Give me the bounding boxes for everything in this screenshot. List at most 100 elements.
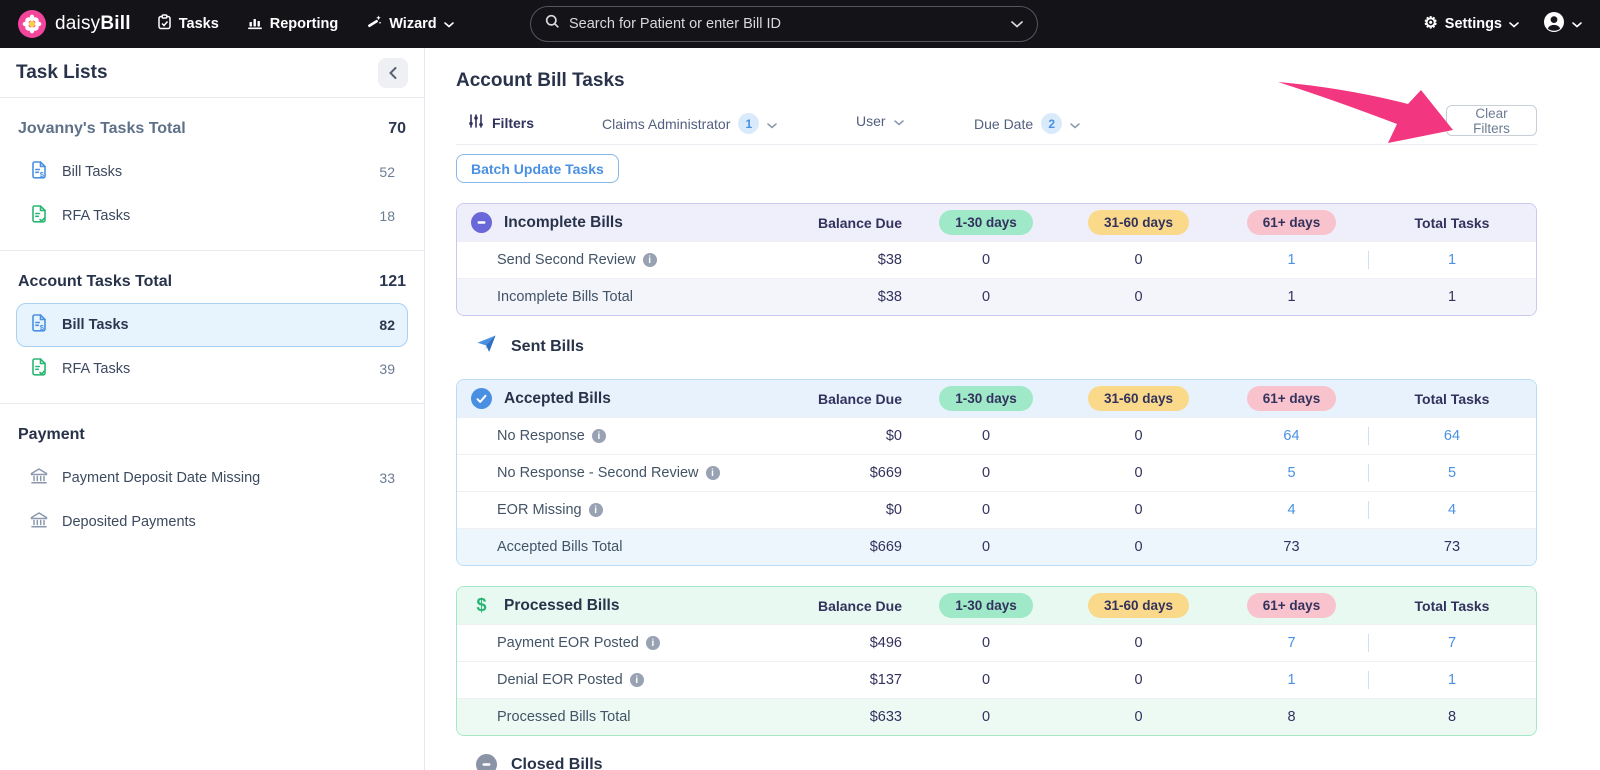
count-31-60: 0 <box>1134 252 1143 268</box>
column-1-30-days: 1-30 days <box>939 593 1033 618</box>
table-row: No Response - Second Review i $669 0 0 5 … <box>457 454 1536 491</box>
item-count: 82 <box>379 317 395 333</box>
balance-value: $137 <box>869 672 902 688</box>
item-label: RFA Tasks <box>62 208 131 224</box>
brand[interactable]: daisyBill <box>18 10 131 38</box>
count-31-60: 0 <box>1134 539 1143 555</box>
info-icon[interactable]: i <box>705 466 720 480</box>
sidebar-item-payment-deposit-date-missing[interactable]: Payment Deposit Date Missing 33 <box>16 456 408 500</box>
column-balance-due: Balance Due <box>817 390 902 407</box>
count-61-plus-link[interactable]: 1 <box>1215 672 1368 688</box>
nav-wizard[interactable]: Wizard <box>366 14 454 34</box>
rfa-document-icon <box>29 357 49 382</box>
clipboard-icon <box>157 14 172 34</box>
total-row-name: Processed Bills Total <box>497 709 631 725</box>
card-title: Incomplete Bills <box>504 213 623 231</box>
info-icon[interactable]: i <box>645 636 660 650</box>
search-input[interactable] <box>569 16 1011 32</box>
filters-label: Filters <box>492 114 535 131</box>
settings-menu[interactable]: ⚙ Settings <box>1423 16 1519 32</box>
filter-due-date[interactable]: Due Date 2 <box>974 113 1080 134</box>
item-label: Bill Tasks <box>62 164 123 180</box>
sidebar-collapse-button[interactable] <box>378 57 408 88</box>
total-tasks-link[interactable]: 5 <box>1368 465 1536 481</box>
clear-filters-button[interactable]: Clear Filters <box>1446 105 1537 136</box>
column-total-tasks: Total Tasks <box>1414 597 1490 614</box>
filter-user[interactable]: User <box>856 113 904 129</box>
sidebar-item-my-rfa-tasks[interactable]: RFA Tasks 18 <box>16 194 408 238</box>
filters-bar: Filters Claims Administrator 1 User Due … <box>456 105 1537 145</box>
column-31-60-days: 31-60 days <box>1087 593 1190 618</box>
card-header: Accepted Bills Balance Due 1-30 days 31-… <box>457 380 1536 417</box>
count-61-plus-link[interactable]: 4 <box>1215 502 1368 518</box>
sidebar-item-account-rfa-tasks[interactable]: RFA Tasks 39 <box>16 347 408 391</box>
balance-value: $496 <box>869 635 902 651</box>
column-1-30-days: 1-30 days <box>939 386 1033 411</box>
count-31-60: 0 <box>1134 672 1143 688</box>
total-tasks-link[interactable]: 64 <box>1368 428 1536 444</box>
balance-value: $669 <box>869 539 902 555</box>
task-name: No Response - Second Review <box>497 465 699 481</box>
count-1-30: 0 <box>981 502 991 518</box>
user-menu[interactable] <box>1543 11 1582 37</box>
item-count: 33 <box>379 470 395 486</box>
filter-claims-administrator[interactable]: Claims Administrator 1 <box>602 113 778 134</box>
item-count: 52 <box>379 164 395 180</box>
task-name: No Response <box>497 428 585 444</box>
total-tasks: 73 <box>1443 539 1461 555</box>
item-label: Bill Tasks <box>62 317 129 333</box>
my-tasks-section: Jovanny's Tasks Total 70 $ Bill Tasks 52 <box>0 98 424 251</box>
total-tasks-link[interactable]: 1 <box>1368 672 1536 688</box>
info-icon[interactable]: i <box>591 429 606 443</box>
nav-reporting-label: Reporting <box>269 16 339 32</box>
total-tasks-link[interactable]: 1 <box>1368 252 1536 268</box>
count-61-plus-link[interactable]: 7 <box>1215 635 1368 651</box>
sidebar-item-my-bill-tasks[interactable]: $ Bill Tasks 52 <box>16 150 408 194</box>
nav-tasks[interactable]: Tasks <box>157 14 219 34</box>
top-nav: daisyBill Tasks Reporting Wizard Search … <box>0 0 1600 48</box>
filter-label: Due Date <box>974 115 1034 132</box>
count-31-60: 0 <box>1134 635 1143 651</box>
task-lists-sidebar: Task Lists Jovanny's Tasks Total 70 $ Bi… <box>0 48 425 770</box>
filter-count-badge: 2 <box>1041 113 1063 134</box>
nav-reporting[interactable]: Reporting <box>247 15 338 34</box>
count-61-plus-link[interactable]: 1 <box>1215 252 1368 268</box>
info-icon[interactable]: i <box>588 503 603 517</box>
filter-count-badge: 1 <box>738 113 760 134</box>
card-title: Processed Bills <box>504 596 620 614</box>
settings-label: Settings <box>1444 16 1502 32</box>
info-icon[interactable]: i <box>642 253 657 267</box>
sidebar-item-account-bill-tasks[interactable]: $ Bill Tasks 82 <box>16 303 408 347</box>
column-total-tasks: Total Tasks <box>1414 214 1490 231</box>
incomplete-bills-card: Incomplete Bills Balance Due 1-30 days 3… <box>456 203 1537 316</box>
table-total-row: Processed Bills Total $633 0 0 8 8 <box>457 698 1536 735</box>
rfa-document-icon <box>29 204 49 229</box>
daisy-logo-icon <box>18 10 46 38</box>
minus-circle-icon <box>471 212 492 233</box>
payment-section: Payment Payment Deposit Date Missing 33 <box>0 404 424 556</box>
nav-tasks-label: Tasks <box>178 16 219 32</box>
bank-icon <box>29 510 49 535</box>
closed-bills-section-header: Closed Bills <box>456 754 1600 770</box>
card-header: $ Processed Bills Balance Due 1-30 days … <box>457 587 1536 624</box>
count-31-60: 0 <box>1134 289 1143 305</box>
sidebar-title: Task Lists <box>16 61 108 83</box>
count-61-plus: 73 <box>1283 539 1300 555</box>
my-tasks-header: Jovanny's Tasks Total 70 <box>16 108 408 150</box>
count-1-30: 0 <box>981 252 991 268</box>
count-61-plus-link[interactable]: 64 <box>1215 428 1368 444</box>
batch-update-tasks-button[interactable]: Batch Update Tasks <box>456 154 619 183</box>
total-tasks-link[interactable]: 4 <box>1368 502 1536 518</box>
task-name: Denial EOR Posted <box>497 672 623 688</box>
count-61-plus-link[interactable]: 5 <box>1215 465 1368 481</box>
page: daisyBill Tasks Reporting Wizard Search … <box>0 0 1600 770</box>
column-total-tasks: Total Tasks <box>1414 390 1490 407</box>
info-icon[interactable]: i <box>629 673 644 687</box>
chevron-down-icon[interactable] <box>1011 15 1023 33</box>
global-search[interactable] <box>530 6 1038 42</box>
total-tasks-link[interactable]: 7 <box>1368 635 1536 651</box>
table-row: No Response i $0 0 0 64 64 <box>457 417 1536 454</box>
sidebar-item-deposited-payments[interactable]: Deposited Payments <box>16 500 408 544</box>
column-31-60-days: 31-60 days <box>1087 386 1190 411</box>
dollar-icon: $ <box>476 595 487 615</box>
